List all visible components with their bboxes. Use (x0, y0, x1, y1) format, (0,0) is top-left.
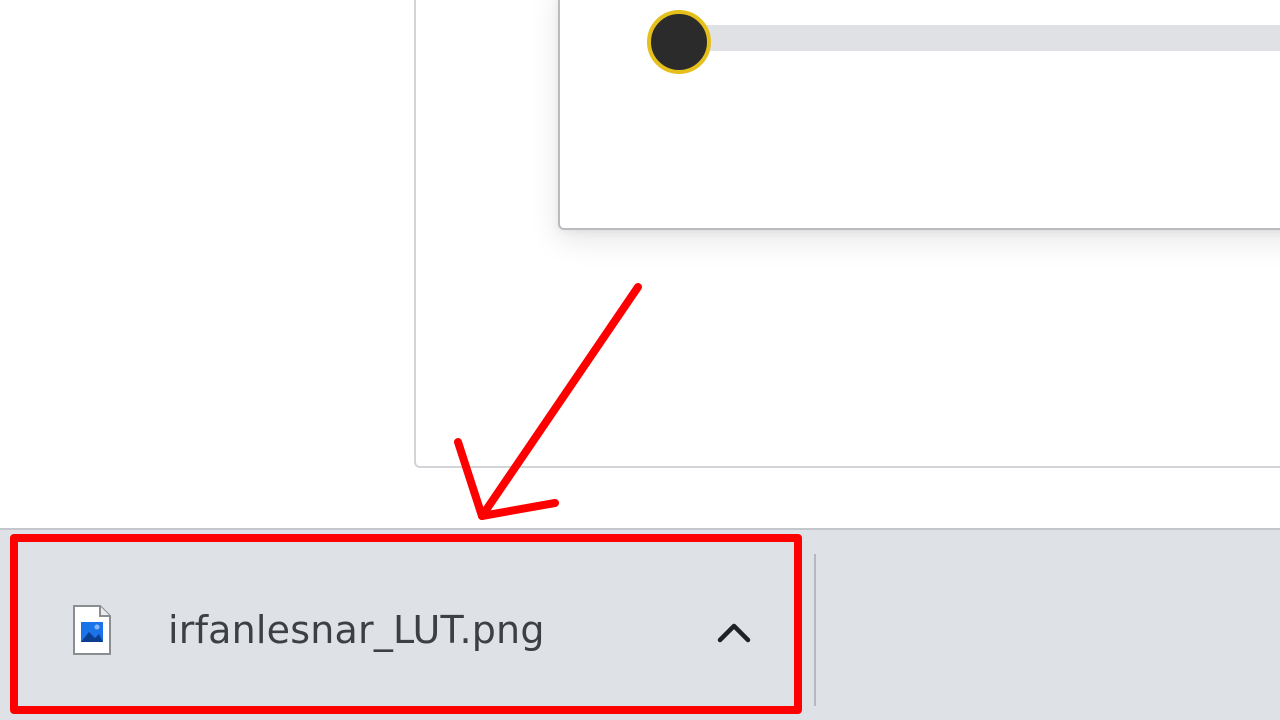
image-file-icon (72, 604, 112, 656)
downloads-bar: irfanlesnar_LUT.png (0, 528, 1280, 720)
chevron-up-icon[interactable] (710, 608, 758, 656)
download-file-name: irfanlesnar_LUT.png (168, 608, 545, 652)
screenshot-stage: irfanlesnar_LUT.png (0, 0, 1280, 720)
slider-track[interactable] (686, 25, 1280, 51)
slider-thumb[interactable] (647, 10, 711, 74)
downloads-separator (814, 554, 816, 706)
download-item[interactable]: irfanlesnar_LUT.png (14, 538, 804, 718)
